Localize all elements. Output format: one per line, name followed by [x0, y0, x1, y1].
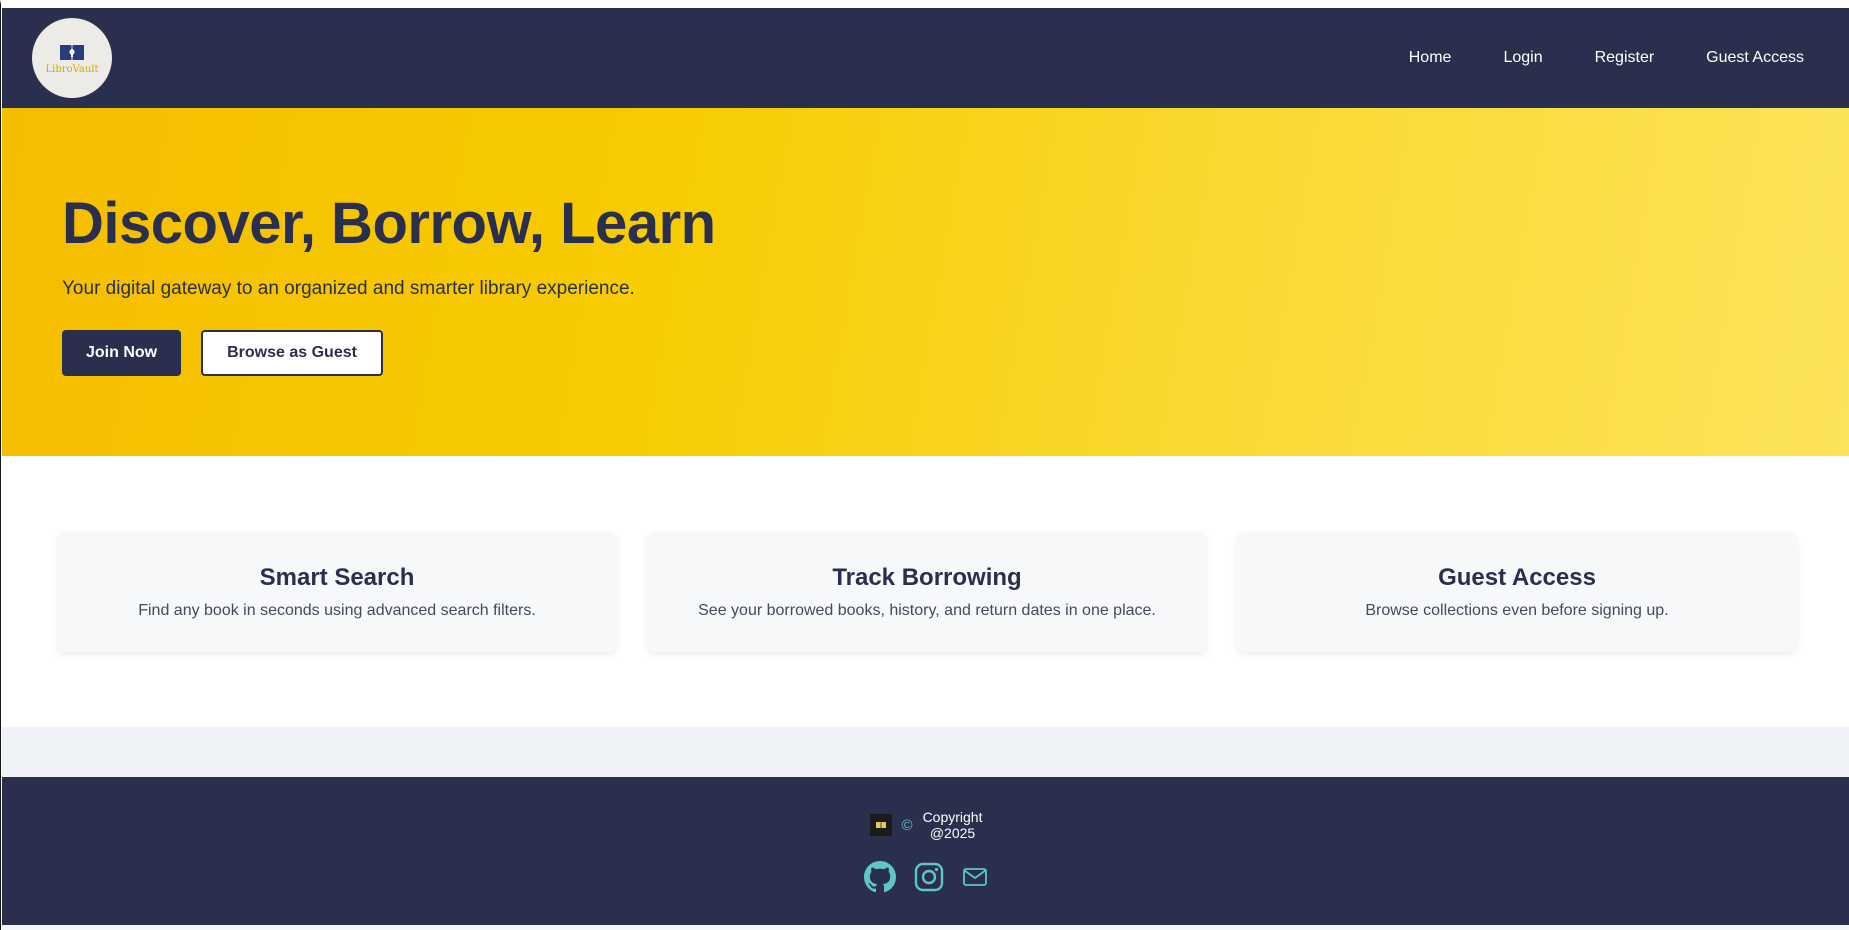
feature-card-guest-access: Guest Access Browse collections even bef… [1237, 532, 1797, 652]
page: LibroVault Home Login Register Guest Acc… [0, 0, 1849, 930]
hero-section: Discover, Borrow, Learn Your digital gat… [2, 108, 1849, 456]
footer-logo-icon [869, 814, 892, 836]
book-icon [875, 822, 886, 829]
section-divider [2, 727, 1849, 777]
site-logo[interactable]: LibroVault [32, 18, 112, 98]
feature-text: Browse collections even before signing u… [1365, 602, 1669, 619]
feature-text: See your borrowed books, history, and re… [698, 602, 1156, 619]
logo-text: LibroVault [45, 63, 99, 75]
site-header: LibroVault Home Login Register Guest Acc… [2, 8, 1849, 108]
github-icon[interactable] [864, 861, 896, 893]
hero-buttons: Join Now Browse as Guest [62, 330, 383, 376]
main-nav: Home Login Register Guest Access [1383, 49, 1804, 67]
copyright-text: Copyright @2025 [923, 809, 983, 841]
features-section: Smart Search Find any book in seconds us… [57, 532, 1797, 652]
feature-title: Track Borrowing [832, 564, 1022, 591]
copyright-row: © Copyright @2025 [2, 809, 1849, 841]
mail-icon[interactable] [962, 866, 988, 888]
page-bottom [2, 925, 1849, 930]
join-now-button[interactable]: Join Now [62, 330, 182, 376]
copyright-line2: @2025 [929, 825, 976, 841]
feature-title: Smart Search [259, 564, 415, 591]
nav-register[interactable]: Register [1569, 49, 1681, 67]
feature-card-track-borrowing: Track Borrowing See your borrowed books,… [647, 532, 1207, 652]
feature-title: Guest Access [1438, 564, 1596, 591]
hero-subtitle: Your digital gateway to an organized and… [62, 278, 635, 299]
copyright-line1: Copyright [922, 809, 983, 825]
copyright-symbol: © [901, 816, 913, 834]
hero-title: Discover, Borrow, Learn [62, 191, 716, 256]
feature-card-smart-search: Smart Search Find any book in seconds us… [57, 532, 617, 652]
nav-login[interactable]: Login [1477, 49, 1568, 67]
site-footer: © Copyright @2025 [2, 777, 1849, 925]
browse-as-guest-button[interactable]: Browse as Guest [201, 330, 383, 376]
instagram-icon[interactable] [914, 862, 944, 892]
nav-home[interactable]: Home [1383, 49, 1478, 67]
feature-text: Find any book in seconds using advanced … [138, 602, 536, 619]
social-links [2, 861, 1849, 893]
nav-guest-access[interactable]: Guest Access [1680, 49, 1804, 67]
book-icon [60, 44, 84, 61]
